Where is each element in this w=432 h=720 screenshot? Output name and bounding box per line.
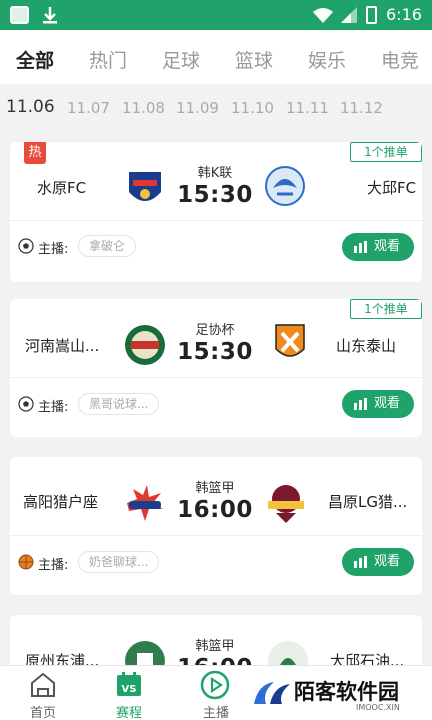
date-item[interactable]: 11.08 (122, 99, 165, 117)
home-team-logo (129, 172, 161, 201)
away-team-name: 大邱FC (367, 179, 417, 197)
away-team-logo (265, 166, 305, 206)
play-icon (200, 670, 230, 700)
match-time: 16:00 (177, 497, 253, 523)
date-item[interactable]: 11.09 (176, 99, 219, 117)
date-item[interactable]: 11.07 (67, 99, 110, 117)
hot-badge: 热 (24, 142, 46, 164)
away-team-name: 山东泰山 (336, 337, 397, 355)
date-item[interactable]: 11.10 (231, 99, 274, 117)
match-time: 15:30 (177, 339, 253, 365)
away-team-logo (275, 324, 305, 357)
wifi-icon (313, 8, 333, 23)
divider (10, 377, 422, 378)
tab-entertainment[interactable]: 娱乐 (308, 46, 346, 73)
anchor-label: 主播: (38, 242, 69, 257)
tab-football[interactable]: 足球 (162, 46, 200, 73)
anchor-label: 主播: (38, 400, 69, 415)
anchor-label: 主播: (38, 558, 69, 573)
recommend-badge[interactable]: 1个推单 (350, 142, 422, 162)
home-team-name: 高阳猎户座 (23, 493, 99, 511)
home-team-logo (125, 325, 165, 365)
bar-chart-icon (354, 398, 367, 410)
home-team-name: 河南嵩山... (25, 337, 100, 355)
divider (10, 220, 422, 221)
signal-icon (341, 7, 357, 23)
league-name: 韩K联 (197, 166, 233, 181)
home-team-logo (127, 485, 163, 521)
divider (10, 535, 422, 536)
date-item[interactable]: 11.12 (340, 99, 383, 117)
tab-esports[interactable]: 电竞 (381, 46, 419, 73)
notification-icon (10, 6, 29, 24)
svg-text:VS: VS (122, 684, 137, 695)
basketball-icon (18, 554, 34, 570)
recommend-badge[interactable]: 1个推单 (350, 299, 422, 319)
nav-anchor-label: 主播 (202, 706, 229, 720)
watermark: 陌客软件园 IMOOC.XIN (250, 672, 430, 718)
match-card[interactable]: 1个推单 河南嵩山... 足协杯 15:30 山东泰山 主播: 黑哥说球... … (10, 299, 422, 437)
status-bar: 6:16 (0, 0, 432, 30)
battery-icon (366, 6, 377, 24)
soccer-ball-icon (18, 396, 34, 412)
soccer-ball-icon (18, 238, 34, 254)
watermark-text: 陌客软件园 (294, 680, 399, 704)
match-time: 15:30 (177, 182, 253, 208)
anchor-name-chip[interactable]: 拿破仑 (78, 235, 137, 257)
watermark-logo-icon (254, 682, 290, 704)
date-item[interactable]: 11.06 (6, 97, 55, 117)
status-time: 6:16 (386, 5, 422, 24)
category-tabs: 全部 热门 足球 篮球 娱乐 电竞 (0, 30, 432, 84)
download-icon (43, 7, 57, 24)
match-card[interactable]: 高阳猎户座 韩篮甲 16:00 昌原LG猎... 主播: 奶爸聊球... 观看 (10, 457, 422, 595)
date-item[interactable]: 11.11 (286, 99, 329, 117)
anchor-name-chip[interactable]: 黑哥说球... (78, 393, 160, 415)
watch-label: 观看 (374, 396, 401, 411)
tab-basketball[interactable]: 篮球 (235, 46, 273, 73)
nav-schedule-label: 赛程 (115, 706, 142, 720)
watch-button[interactable]: 观看 (342, 390, 414, 418)
bar-chart-icon (354, 241, 367, 253)
league-name: 韩篮甲 (195, 481, 235, 496)
match-card[interactable]: 热 1个推单 水原FC 韩K联 15:30 大邱FC 主播: 拿破仑 观看 (10, 142, 422, 282)
date-selector: 11.06 11.07 11.08 11.09 11.10 11.11 11.1… (0, 84, 432, 136)
nav-home-label: 首页 (29, 706, 56, 720)
away-team-name: 昌原LG猎... (328, 493, 408, 511)
away-team-logo (268, 485, 304, 523)
league-name: 韩篮甲 (195, 639, 235, 654)
watermark-subtext: IMOOC.XIN (356, 703, 400, 712)
watch-button[interactable]: 观看 (342, 233, 414, 261)
tab-all[interactable]: 全部 (16, 46, 54, 73)
watch-label: 观看 (374, 239, 401, 254)
tab-hot[interactable]: 热门 (89, 46, 127, 73)
home-icon (31, 672, 55, 697)
watch-button[interactable]: 观看 (342, 548, 414, 576)
home-team-name: 水原FC (37, 179, 87, 197)
vs-schedule-icon: VS (117, 672, 141, 696)
watch-label: 观看 (374, 554, 401, 569)
league-name: 足协杯 (195, 323, 235, 338)
anchor-name-chip[interactable]: 奶爸聊球... (78, 551, 160, 573)
bar-chart-icon (354, 556, 367, 568)
